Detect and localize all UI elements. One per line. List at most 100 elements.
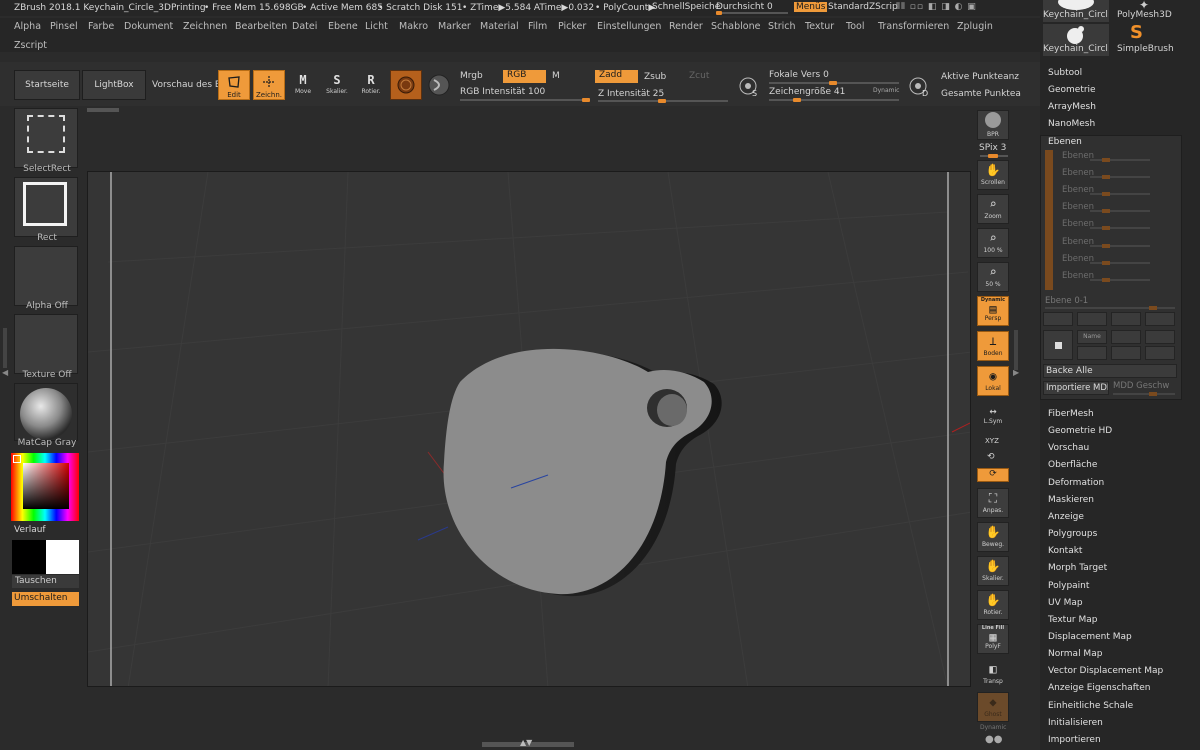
layer-row-slider[interactable] [1090, 277, 1150, 282]
rotate-axis-icon[interactable]: ⟲ [987, 452, 995, 462]
home-button[interactable]: Startseite [14, 70, 80, 100]
zoom-button[interactable]: ⌕ Zoom [977, 194, 1009, 224]
xyz-toggle[interactable]: XYZ [985, 437, 999, 445]
tool-item-textur-map[interactable]: Textur Map [1048, 615, 1097, 625]
zoom-100-button[interactable]: ⌕ 100 % [977, 228, 1009, 258]
top-shelf-grip[interactable] [87, 108, 119, 112]
tool-item-arraymesh[interactable]: ArrayMesh [1048, 102, 1096, 112]
tool-item-fibermesh[interactable]: FiberMesh [1048, 409, 1094, 419]
color-picker-square[interactable] [23, 463, 69, 509]
document-canvas[interactable] [87, 171, 971, 687]
z-intensity-slider[interactable]: Z Intensität 25 [598, 89, 664, 99]
solo-icon[interactable]: ●● [985, 734, 1002, 745]
menu-item-ebene[interactable]: Ebene [328, 21, 358, 32]
draw-button[interactable]: Zeichn. [253, 70, 285, 100]
rgb-intensity-slider[interactable]: RGB Intensität 100 [460, 87, 545, 97]
menu-item-transformieren[interactable]: Transformieren [878, 21, 949, 32]
move-view-button[interactable]: ✋ Beweg. [977, 522, 1009, 552]
focal-shift-icon[interactable]: S [738, 76, 760, 98]
layer-option-b[interactable] [1111, 346, 1141, 360]
quicksave-button[interactable]: SchnellSpeiche [652, 2, 720, 12]
tool-item-maskieren[interactable]: Maskieren [1048, 495, 1094, 505]
ghost-button[interactable]: ◆ Ghost [977, 692, 1009, 722]
transparency-track[interactable] [716, 11, 788, 15]
rotate-around-button[interactable]: ⟳ [977, 468, 1009, 482]
menu-item-strich[interactable]: Strich [768, 21, 796, 32]
layout-icons[interactable]: ⦀⦀ ▫▫ ◧ ◨ ◐ ▣ [896, 2, 977, 12]
bpr-button[interactable]: BPR [977, 110, 1009, 140]
m-toggle[interactable]: M [552, 71, 560, 81]
zadd-toggle[interactable]: Zadd [595, 70, 638, 83]
persp-button[interactable]: Dynamic ▤ Persp [977, 296, 1009, 326]
layer-row-slider[interactable] [1090, 192, 1150, 197]
menu-item-marker[interactable]: Marker [438, 21, 471, 32]
menu-item-tool[interactable]: Tool [846, 21, 864, 32]
layer-down-button[interactable] [1077, 312, 1107, 326]
tool-item-polypaint[interactable]: Polypaint [1048, 581, 1089, 591]
spix-track[interactable] [980, 154, 1008, 158]
mdd-speed-track[interactable] [1113, 392, 1175, 396]
rotate-button[interactable]: R Rotier. [356, 72, 386, 104]
tool-item-uv-map[interactable]: UV Map [1048, 598, 1083, 608]
menu-item-film[interactable]: Film [528, 21, 547, 32]
layer-option-c[interactable] [1145, 346, 1175, 360]
frame-button[interactable]: ⛶ Anpas. [977, 488, 1009, 518]
focal-shift-track[interactable] [769, 81, 899, 85]
left-tray-handle[interactable] [3, 328, 7, 368]
zoom-50-button[interactable]: ⌕ 50 % [977, 262, 1009, 292]
gradient-toggle[interactable]: Verlauf [14, 525, 46, 535]
bottom-tray-arrow-icon[interactable]: ▲▼ [520, 738, 532, 747]
viewport-3d[interactable] [88, 172, 971, 687]
menu-item-schablone[interactable]: Schablone [711, 21, 760, 32]
bake-all-button[interactable]: Backe Alle [1043, 364, 1177, 378]
scale-button[interactable]: S Skalier. [322, 72, 352, 104]
preview-button[interactable]: Vorschau des B [152, 80, 221, 90]
rgb-intensity-track[interactable] [460, 98, 590, 102]
tool-item-anzeige-eigenschaften[interactable]: Anzeige Eigenschaften [1048, 683, 1151, 693]
layer-record-button[interactable] [1043, 330, 1073, 360]
alpha-tile[interactable] [14, 246, 78, 306]
tool-item-normal-map[interactable]: Normal Map [1048, 649, 1102, 659]
focal-shift-slider[interactable]: Fokale Vers 0 [769, 70, 829, 80]
texture-tile[interactable] [14, 314, 78, 374]
color-picker[interactable] [11, 453, 79, 521]
layer-row-slider[interactable] [1090, 243, 1150, 248]
tool-item-subtool[interactable]: Subtool [1048, 68, 1082, 78]
main-color-swatch[interactable] [46, 540, 79, 574]
layer-row-slider[interactable] [1090, 158, 1150, 162]
layers-header[interactable]: Ebenen [1048, 137, 1082, 147]
menu-item-zscript[interactable]: Zscript [14, 40, 47, 51]
scale-view-button[interactable]: ✋ Skalier. [977, 556, 1009, 586]
layer-row-slider[interactable] [1090, 209, 1150, 214]
tool-item-displacement-map[interactable]: Displacement Map [1048, 632, 1132, 642]
tool-item-importieren[interactable]: Importieren [1048, 735, 1101, 745]
layer-merge-button[interactable] [1145, 312, 1175, 326]
color-sphere-icon[interactable] [428, 74, 450, 96]
menu-item-alpha[interactable]: Alpha [14, 21, 41, 32]
draw-size-track[interactable] [769, 98, 899, 102]
rotate-view-button[interactable]: ✋ Rotier. [977, 590, 1009, 620]
mrgb-toggle[interactable]: Mrgb [460, 71, 483, 81]
left-tray-arrow-icon[interactable]: ◀ [2, 368, 8, 377]
layer-row-slider[interactable] [1090, 175, 1150, 180]
layer-intensity-slider[interactable]: Ebene 0-1 [1045, 296, 1088, 306]
tool-item-nanomesh[interactable]: NanoMesh [1048, 119, 1095, 129]
menu-item-bearbeiten[interactable]: Bearbeiten [235, 21, 287, 32]
right-tray-arrow-icon[interactable]: ▶ [1013, 368, 1019, 377]
zsub-toggle[interactable]: Zsub [644, 72, 666, 82]
tool-item-initialisieren[interactable]: Initialisieren [1048, 718, 1103, 728]
menu-item-dokument[interactable]: Dokument [124, 21, 173, 32]
menu-item-pinsel[interactable]: Pinsel [50, 21, 78, 32]
zcut-toggle[interactable]: Zcut [689, 71, 709, 81]
tool-item-polygroups[interactable]: Polygroups [1048, 529, 1097, 539]
import-mdd-button[interactable]: Importiere MDD [1043, 381, 1109, 395]
keychain-mesh[interactable] [443, 348, 722, 597]
rgb-toggle[interactable]: RGB [503, 70, 546, 83]
menu-item-zeichnen[interactable]: Zeichnen [183, 21, 227, 32]
tool-item-deformation[interactable]: Deformation [1048, 478, 1104, 488]
menu-item-textur[interactable]: Textur [805, 21, 834, 32]
transparency-slider[interactable]: Durchsicht 0 [716, 2, 773, 12]
layer-up-button[interactable] [1043, 312, 1073, 326]
menu-item-datei[interactable]: Datei [292, 21, 317, 32]
move-button[interactable]: M Move [288, 72, 318, 104]
